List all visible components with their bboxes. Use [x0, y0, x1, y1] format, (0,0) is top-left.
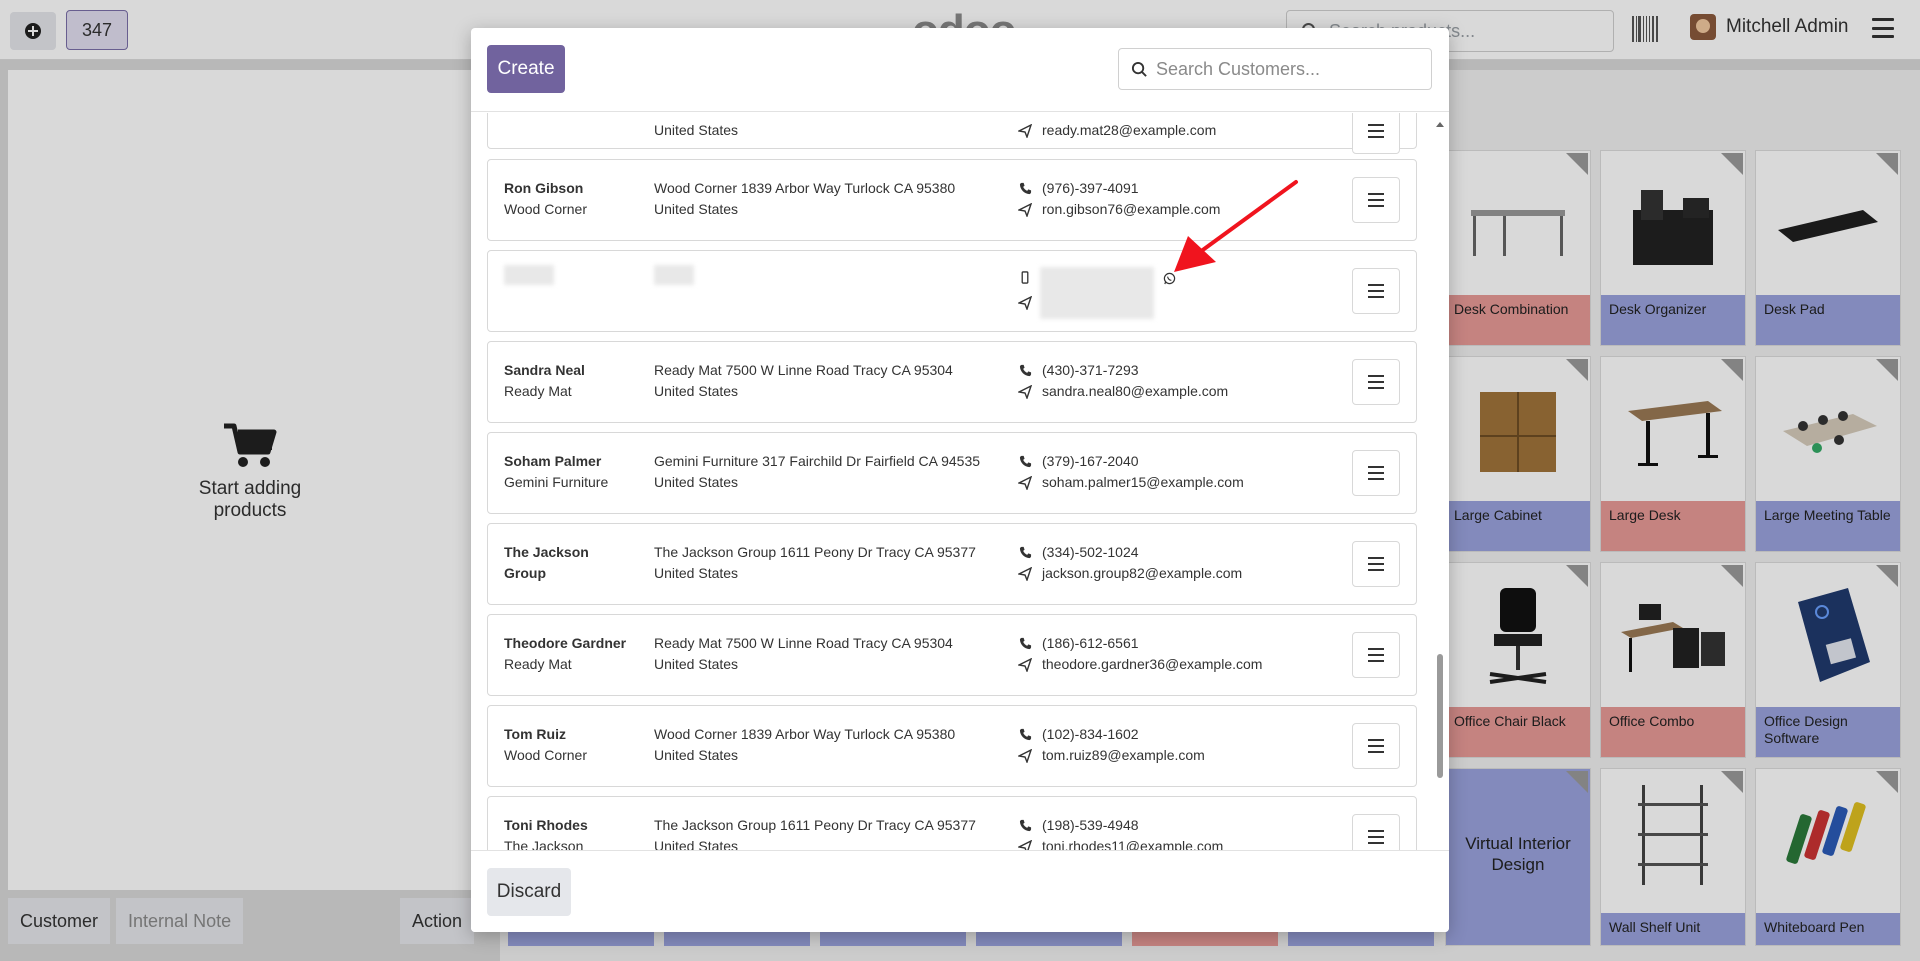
dialog-header: Create	[471, 28, 1449, 112]
customer-company: Ready Mat	[504, 383, 572, 399]
customer-search-box[interactable]	[1118, 48, 1432, 90]
customer-country: United States	[654, 565, 739, 581]
customer-address: Wood Corner 1839 Arbor Way Turlock CA 95…	[654, 726, 956, 742]
customer-email: jackson.group82@example.com	[1042, 565, 1243, 581]
customer-address: Ready Mat 7500 W Linne Road Tracy CA 953…	[654, 362, 953, 378]
customer-phone: (198)-539-4948	[1042, 817, 1139, 833]
send-icon	[1018, 475, 1032, 490]
customer-phone: (334)-502-1024	[1042, 544, 1139, 560]
customer-company: Wood Corner	[504, 201, 588, 217]
customer-name: Toni Rhodes	[504, 817, 588, 833]
customer-email: tom.ruiz89@example.com	[1042, 747, 1205, 763]
customer-email: sandra.neal80@example.com	[1042, 383, 1229, 399]
customer-address: The Jackson Group 1611 Peony Dr Tracy CA…	[654, 544, 976, 560]
customer-list-dialog: Create United States ready.mat28@example…	[471, 28, 1449, 932]
customer-card[interactable]: Tom Ruiz Wood Corner Wood Corner 1839 Arb…	[487, 705, 1417, 787]
send-icon	[1018, 202, 1032, 217]
customer-name: Tom Ruiz	[504, 726, 566, 742]
customer-email: theodore.gardner36@example.com	[1042, 656, 1263, 672]
redacted-address	[654, 265, 694, 285]
phone-icon	[1018, 182, 1032, 196]
customer-card[interactable]: United States ready.mat28@example.com	[487, 113, 1417, 154]
phone-icon	[1018, 819, 1032, 833]
mobile-icon	[1018, 271, 1032, 285]
customer-details-button[interactable]	[1352, 113, 1400, 154]
customer-country: United States	[654, 656, 739, 672]
send-icon	[1018, 657, 1032, 672]
customer-phone: (976)-397-4091	[1042, 180, 1139, 196]
send-icon	[1018, 384, 1032, 399]
dialog-footer: Discard	[471, 850, 1449, 932]
customer-country: United States	[654, 838, 739, 850]
customer-address: Gemini Furniture 317 Fairchild Dr Fairfi…	[654, 453, 981, 469]
list-scrollbar[interactable]	[1435, 118, 1445, 871]
customer-address: Wood Corner 1839 Arbor Way Turlock CA 95…	[654, 180, 956, 196]
customer-details-button[interactable]	[1352, 632, 1400, 678]
phone-icon	[1018, 455, 1032, 469]
customer-email: soham.palmer15@example.com	[1042, 474, 1244, 490]
customer-country: United States	[654, 474, 739, 490]
scroll-up-arrow-icon[interactable]	[1436, 122, 1444, 127]
customer-address: Ready Mat 7500 W Linne Road Tracy CA 953…	[654, 635, 953, 651]
customer-address: The Jackson Group 1611 Peony Dr Tracy CA…	[654, 817, 976, 833]
send-icon	[1018, 839, 1032, 850]
customer-details-button[interactable]	[1352, 177, 1400, 223]
customer-company: Ready Mat	[504, 656, 572, 672]
customer-company: Gemini Furniture	[504, 474, 609, 490]
customer-details-button[interactable]	[1352, 814, 1400, 850]
send-icon	[1018, 748, 1032, 763]
customer-company: The Jackson	[504, 838, 584, 850]
customer-name: Theodore Gardner	[504, 635, 627, 651]
customer-phone: (102)-834-1602	[1042, 726, 1139, 742]
send-icon	[1018, 295, 1032, 310]
customer-card[interactable]: Soham Palmer Gemini Furniture Gemini Furn…	[487, 432, 1417, 514]
phone-icon	[1018, 364, 1032, 378]
customer-card[interactable]: Sandra Neal Ready Mat Ready Mat 7500 W Li…	[487, 341, 1417, 423]
customer-name: The Jackson Group	[504, 544, 589, 581]
customer-country: United States	[654, 122, 739, 138]
customer-details-button[interactable]	[1352, 450, 1400, 496]
customer-email: ready.mat28@example.com	[1042, 122, 1217, 138]
create-customer-button[interactable]: Create	[487, 45, 565, 93]
customer-phone: (430)-371-7293	[1042, 362, 1139, 378]
customer-phone: (379)-167-2040	[1042, 453, 1139, 469]
send-icon	[1018, 566, 1032, 581]
customer-country: United States	[654, 383, 739, 399]
phone-icon	[1018, 728, 1032, 742]
customer-details-button[interactable]	[1352, 359, 1400, 405]
customer-card[interactable]: The Jackson Group The Jackson Group 1611…	[487, 523, 1417, 605]
customer-country: United States	[654, 747, 739, 763]
customer-name: Soham Palmer	[504, 453, 602, 469]
phone-icon	[1018, 637, 1032, 651]
search-icon	[1131, 61, 1147, 77]
customer-name: Sandra Neal	[504, 362, 585, 378]
customer-details-button[interactable]	[1352, 541, 1400, 587]
discard-button[interactable]: Discard	[487, 868, 571, 916]
customer-email: toni.rhodes11@example.com	[1042, 838, 1224, 850]
customer-search-input[interactable]	[1156, 58, 1416, 80]
scroll-thumb[interactable]	[1437, 654, 1443, 778]
customer-details-button[interactable]	[1352, 268, 1400, 314]
customer-country: United States	[654, 201, 739, 217]
customer-card[interactable]: Theodore Gardner Ready Mat Ready Mat 7500…	[487, 614, 1417, 696]
redacted-contact	[1040, 267, 1154, 319]
annotation-arrow-icon	[1174, 180, 1298, 272]
send-icon	[1018, 123, 1032, 138]
customer-card[interactable]: Toni Rhodes The Jackson The Jackson Group…	[487, 796, 1417, 850]
customer-name: Ron Gibson	[504, 180, 584, 196]
customer-company: Wood Corner	[504, 747, 588, 763]
customer-phone: (186)-612-6561	[1042, 635, 1139, 651]
phone-icon	[1018, 546, 1032, 560]
redacted-name	[504, 265, 554, 285]
customer-details-button[interactable]	[1352, 723, 1400, 769]
